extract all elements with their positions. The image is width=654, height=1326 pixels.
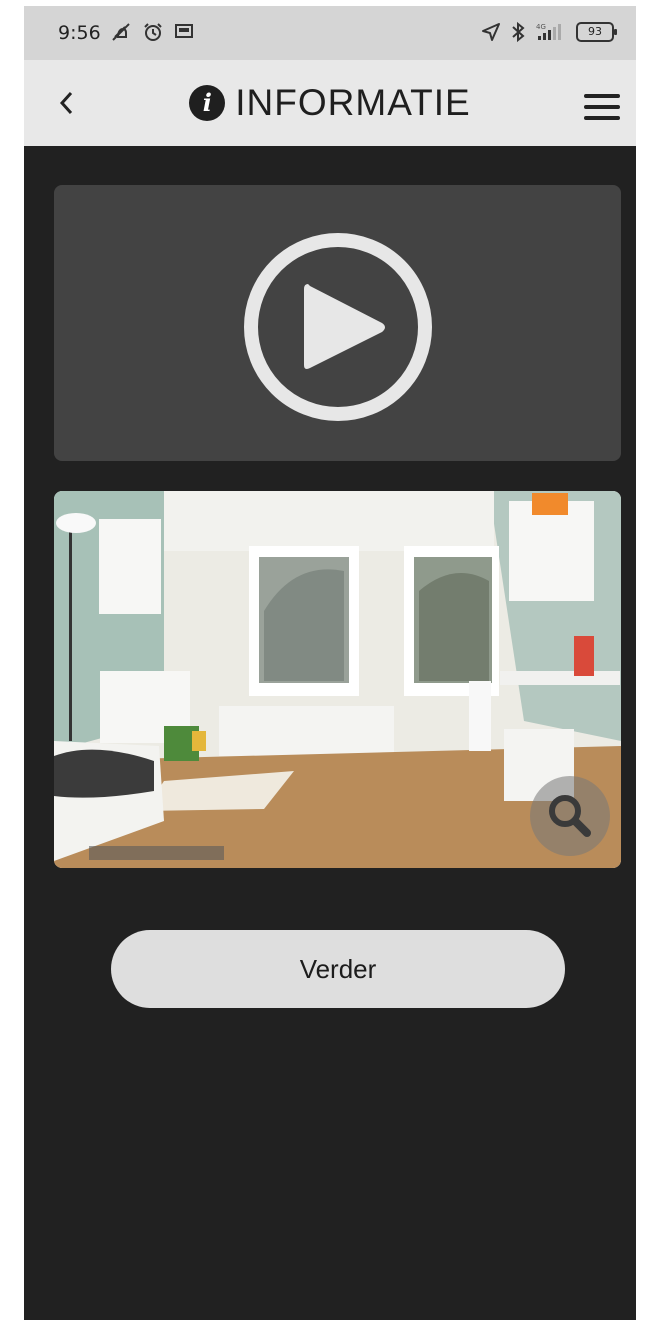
menu-button[interactable] <box>584 94 620 120</box>
alarm-icon <box>144 23 162 41</box>
notification-off-icon <box>112 23 130 41</box>
status-right-icons: 4G 93 <box>480 21 617 43</box>
status-time: 9:56 <box>58 22 101 44</box>
status-left-icons <box>110 21 194 43</box>
network-label: 4G <box>536 23 546 31</box>
signal-icon: 4G <box>536 23 561 40</box>
info-circle-icon: i <box>189 85 226 121</box>
zoom-button[interactable] <box>530 776 610 856</box>
header-title-group: i INFORMATIE <box>24 82 636 124</box>
next-button[interactable]: Verder <box>111 930 565 1008</box>
magnifier-icon <box>549 795 591 837</box>
play-circle-icon <box>244 233 432 421</box>
app-header: i INFORMATIE <box>24 60 636 146</box>
location-arrow-icon <box>482 23 500 41</box>
app-screen: 9:56 4G 93 i INFORMATIE Verder <box>24 6 636 1320</box>
video-player[interactable] <box>54 185 621 461</box>
page-title: INFORMATIE <box>235 82 471 123</box>
screen-cast-icon <box>175 24 193 38</box>
status-bar: 9:56 4G 93 <box>24 6 636 60</box>
bluetooth-icon <box>512 21 525 43</box>
battery-icon: 93 <box>576 22 617 42</box>
